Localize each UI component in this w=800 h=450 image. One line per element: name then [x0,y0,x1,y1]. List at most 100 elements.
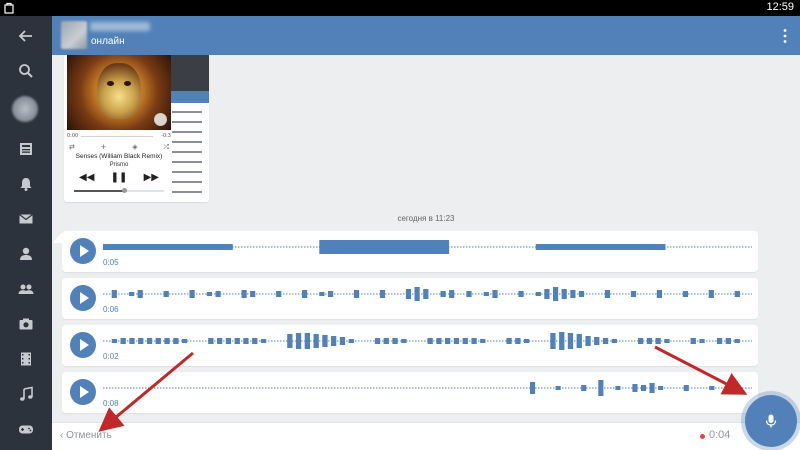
recording-bar: ‹ Отменить 0:04 [52,422,800,450]
waveform-bar [423,289,429,299]
waveform-bar [234,338,240,344]
waveform-bar [570,290,576,298]
waveform-bar [649,383,655,393]
music-icon[interactable] [16,384,36,404]
waveform-bar [555,386,561,390]
waveform-bar [725,338,731,344]
waveform-bar [655,338,661,344]
mail-icon[interactable] [16,209,36,229]
waveform-bar [690,338,696,344]
date-separator: сегодня в 11:23 [397,214,455,223]
person-icon[interactable] [16,244,36,264]
waveform-bar [137,290,143,298]
waveform[interactable] [103,237,752,257]
waveform[interactable] [103,331,752,351]
waveform-bar [449,290,455,298]
play-button[interactable] [70,285,96,311]
back-arrow-icon[interactable] [16,26,36,46]
waveform-bar [615,386,621,390]
waveform-bar [129,292,135,296]
profile-avatar[interactable] [12,96,38,122]
waveform-bar [515,338,521,344]
waveform-bar [708,290,714,298]
chat-header: онлайн [52,16,800,55]
chat-area: 0:00 -0:3 ⇄ + ◈ ⤮ Senses (William Black … [52,55,800,422]
waveform[interactable] [103,378,752,398]
waveform-bar [379,290,386,298]
waveform-bar [405,289,412,299]
waveform-bar [466,291,472,297]
waveform-bar [331,336,337,346]
waveform-bar [480,339,486,343]
track-progress: 0:00 -0:3 [67,133,171,141]
waveform-bar [445,338,451,344]
waveform-bar [492,290,498,298]
waveform-bar [287,334,293,348]
waveform-bar [611,339,617,343]
waveform-bar [535,292,541,296]
waveform-bar [319,240,450,254]
waveform-bar [550,333,556,349]
waveform-bar [225,338,232,344]
waveform-bar [250,291,256,297]
voice-duration: 0:02 [103,352,119,361]
waveform-bar [427,338,433,344]
play-button[interactable] [70,379,96,405]
waveform-bar [163,291,169,297]
contact-avatar[interactable] [61,21,87,49]
waveform-bar [524,339,530,343]
waveform-bar [414,287,420,301]
film-icon[interactable] [16,349,36,369]
microphone-button[interactable] [745,395,797,447]
news-icon[interactable] [16,139,36,159]
waveform-bar [319,292,325,296]
player-icons: ⇄ + ◈ ⤮ [67,143,171,151]
waveform[interactable] [103,284,752,304]
waveform-bar [260,339,267,343]
waveform-bar [120,338,126,344]
play-button[interactable] [70,332,96,358]
gamepad-icon[interactable] [16,419,36,439]
waveform-bar [111,290,117,298]
bell-icon[interactable] [16,174,36,194]
waveform-bar [339,337,346,345]
waveform-bar [173,338,179,344]
play-button[interactable] [70,238,96,264]
group-icon[interactable] [16,279,36,299]
music-attachment[interactable]: 0:00 -0:3 ⇄ + ◈ ⤮ Senses (William Black … [64,55,209,202]
waveform-bar [682,291,688,297]
rewind-icon: ◀◀ [79,171,95,183]
waveform-bar [215,291,221,297]
voice-message: 0:08 [62,372,758,413]
waveform-bar [581,385,587,391]
waveform-bar [111,339,118,343]
waveform-bar [164,338,170,344]
waveform-bar [189,290,195,298]
waveform-bar [683,385,689,391]
waveform-bar [471,338,477,344]
waveform-bar [658,386,664,390]
status-time: 12:59 [766,1,794,13]
waveform-bar [656,290,662,298]
fast-forward-icon: ▶▶ [143,171,159,183]
album-cover [67,55,171,130]
more-vertical-icon[interactable] [782,28,788,44]
recording-time: 0:04 [709,429,731,441]
waveform-bar [374,338,381,344]
voice-duration: 0:08 [103,399,119,408]
waveform-bar [322,335,328,347]
waveform-bar [353,290,360,298]
waveform-bar [453,338,460,344]
search-icon[interactable] [16,61,36,81]
waveform-bar [252,338,258,344]
contact-name-blurred[interactable] [90,22,150,31]
waveform-bar [506,338,512,344]
cancel-recording-button[interactable]: ‹ Отменить [60,430,112,441]
waveform-bar [276,291,282,297]
repeat-icon: ⇄ [69,143,75,151]
voice-message: 0:02 [62,325,758,366]
volume-slider [74,188,164,193]
waveform-bar [313,334,319,348]
camera-icon[interactable] [16,314,36,334]
waveform-bar [544,289,550,299]
